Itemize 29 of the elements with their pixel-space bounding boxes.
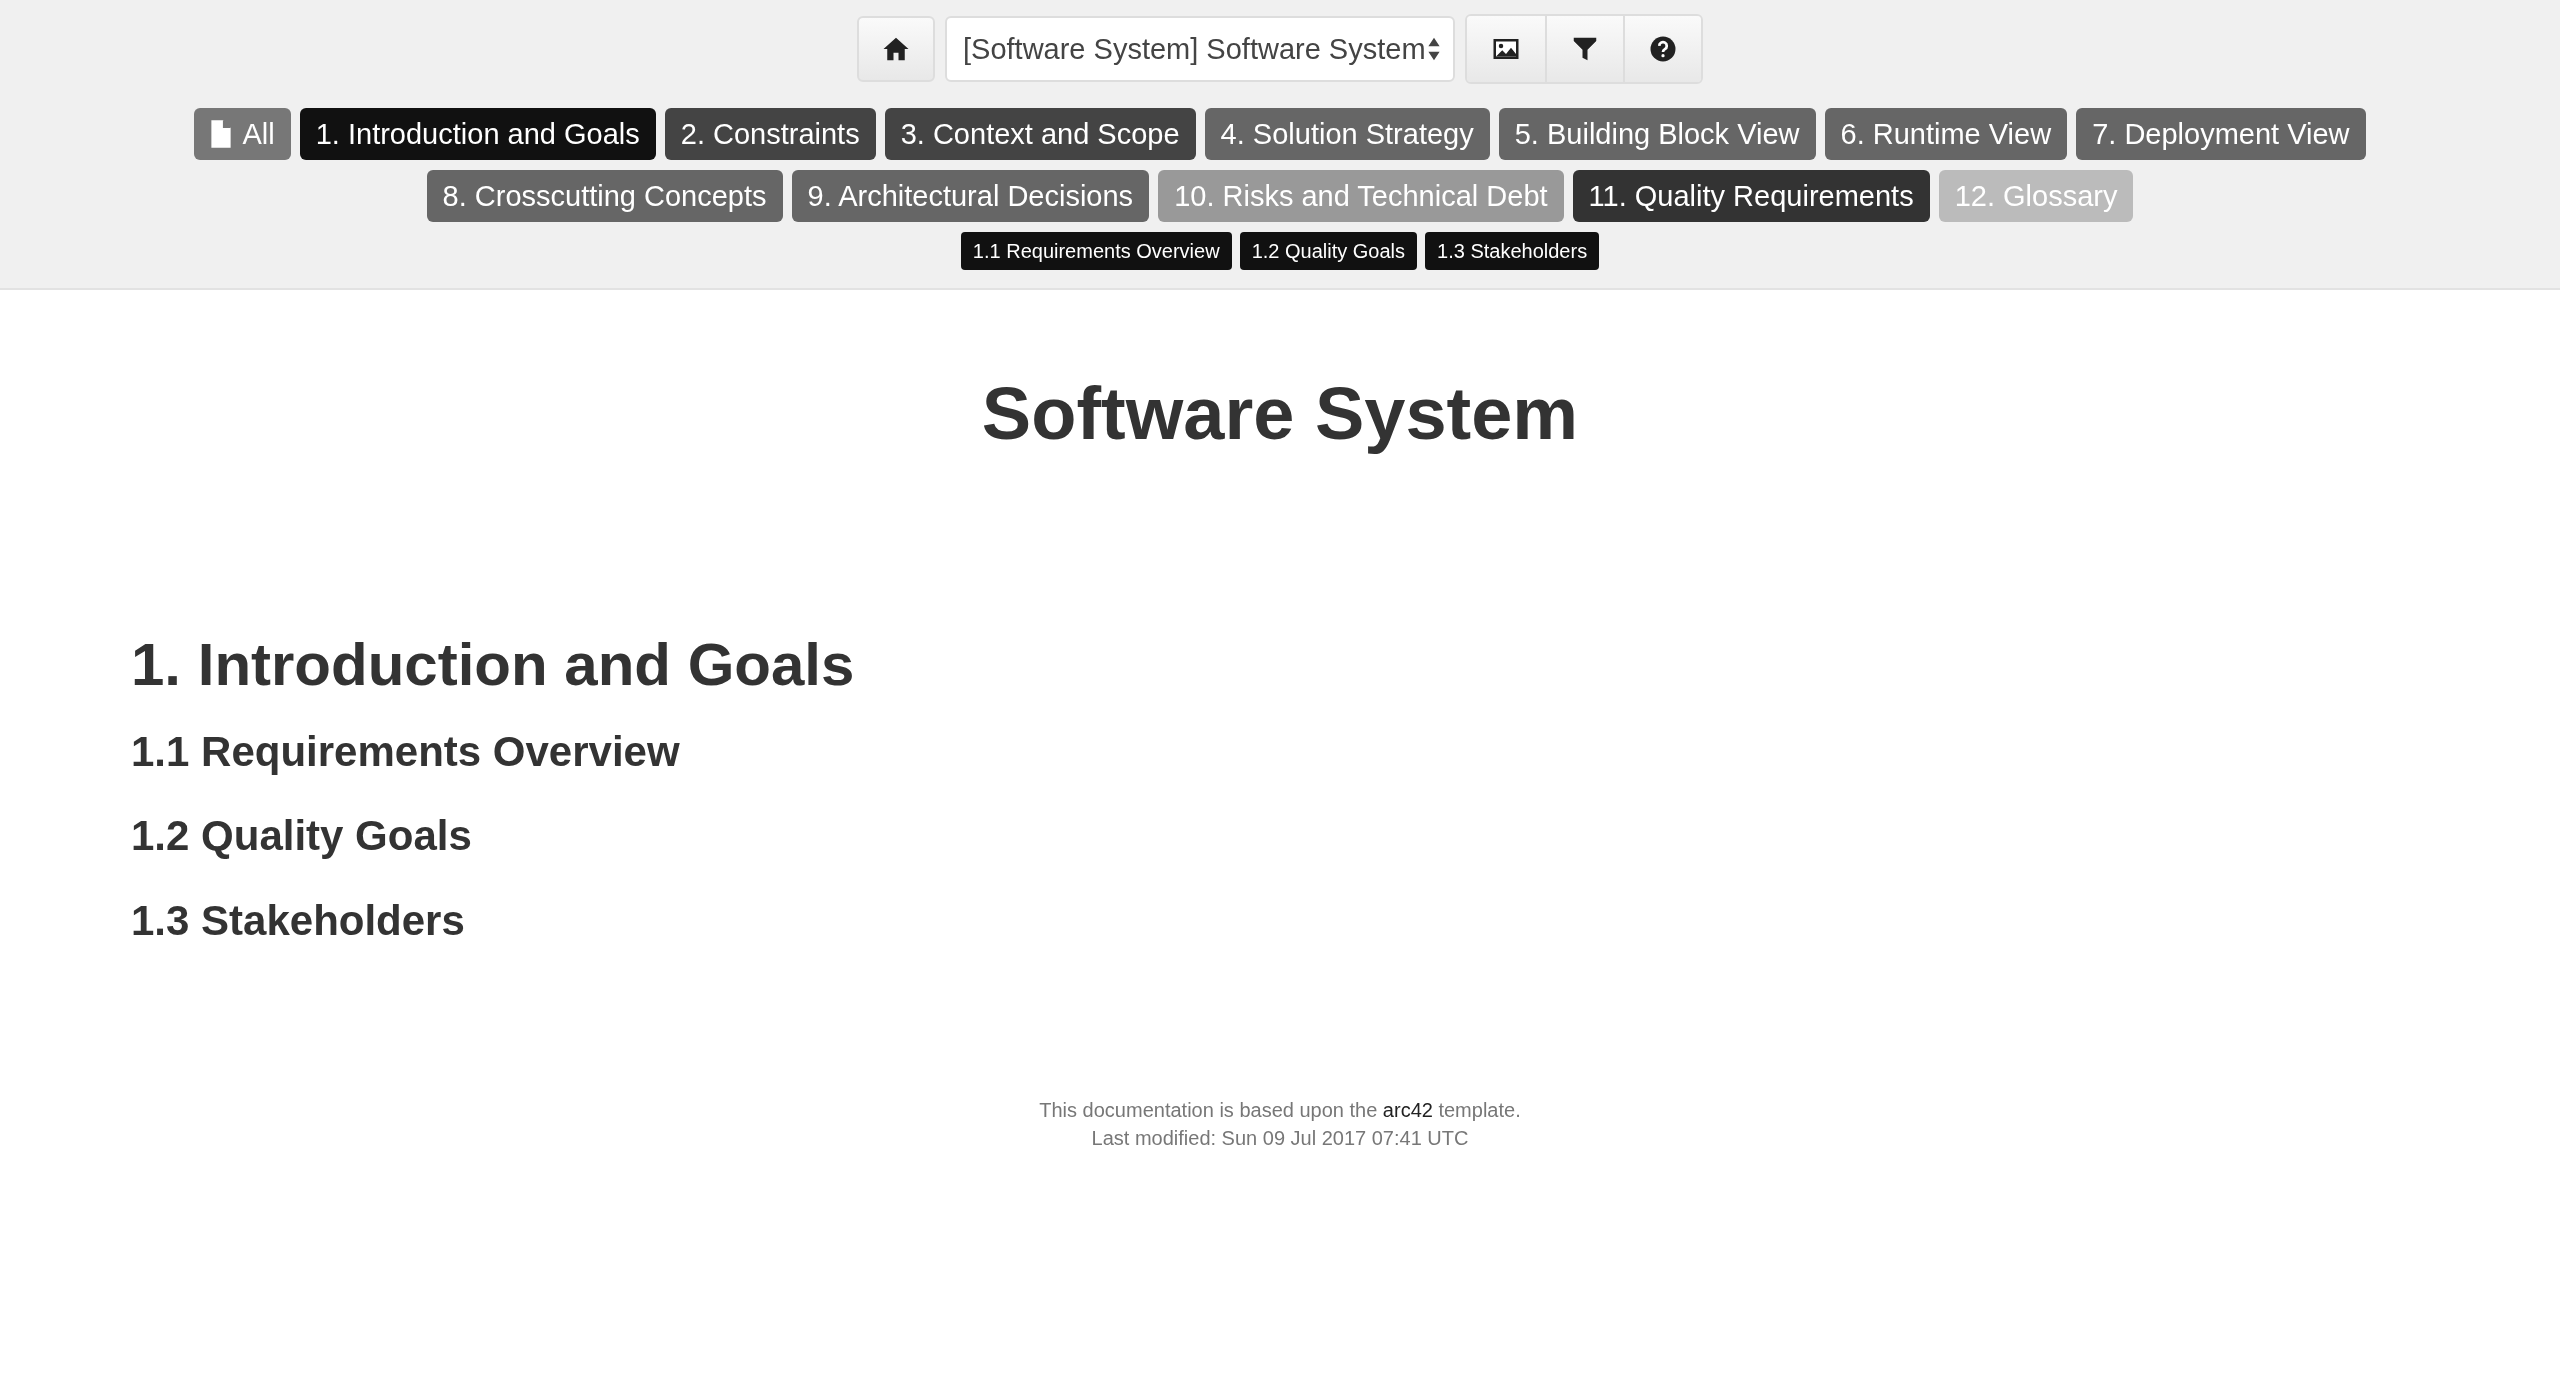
- subsection-heading: 1.3 Stakeholders: [131, 895, 466, 946]
- section-tab[interactable]: 1. Introduction and Goals: [299, 108, 656, 160]
- section-tab[interactable]: 4. Solution Strategy: [1204, 108, 1490, 160]
- view-select[interactable]: [Software System] Software System: [945, 16, 1455, 82]
- section-tab[interactable]: 5. Building Block View: [1498, 108, 1816, 160]
- all-tab[interactable]: All: [194, 108, 291, 160]
- image-button[interactable]: [1467, 16, 1545, 82]
- arc42-link[interactable]: arc42: [1382, 1098, 1433, 1121]
- section-heading: 1. Introduction and Goals: [131, 629, 856, 700]
- subsection-heading: 1.2 Quality Goals: [131, 811, 473, 862]
- document-icon: [210, 120, 233, 148]
- section-tab[interactable]: 8. Crosscutting Concepts: [426, 170, 783, 222]
- subsection-tab[interactable]: 1.2 Quality Goals: [1239, 232, 1418, 270]
- section-tab[interactable]: 3. Context and Scope: [884, 108, 1196, 160]
- subsection-heading: 1.1 Requirements Overview: [131, 726, 681, 777]
- help-button[interactable]: [1623, 16, 1701, 82]
- last-modified-text: Last modified: Sun 09 Jul 2017 07:41 UTC: [1090, 1125, 1470, 1151]
- section-tab[interactable]: 9. Architectural Decisions: [791, 170, 1150, 222]
- subsection-tab[interactable]: 1.1 Requirements Overview: [960, 232, 1232, 270]
- section-tab[interactable]: 7. Deployment View: [2076, 108, 2366, 160]
- section-tab[interactable]: 11. Quality Requirements: [1572, 170, 1930, 222]
- filter-button[interactable]: [1545, 16, 1623, 82]
- document-title: Software System: [980, 371, 1580, 457]
- section-tab[interactable]: 2. Constraints: [664, 108, 876, 160]
- home-button[interactable]: [857, 16, 935, 82]
- subsection-tab[interactable]: 1.3 Stakeholders: [1425, 232, 1600, 270]
- section-tab[interactable]: 6. Runtime View: [1824, 108, 2068, 160]
- help-icon: [1648, 34, 1678, 64]
- footer-text: This documentation is based upon the arc42 template.: [1038, 1097, 1522, 1123]
